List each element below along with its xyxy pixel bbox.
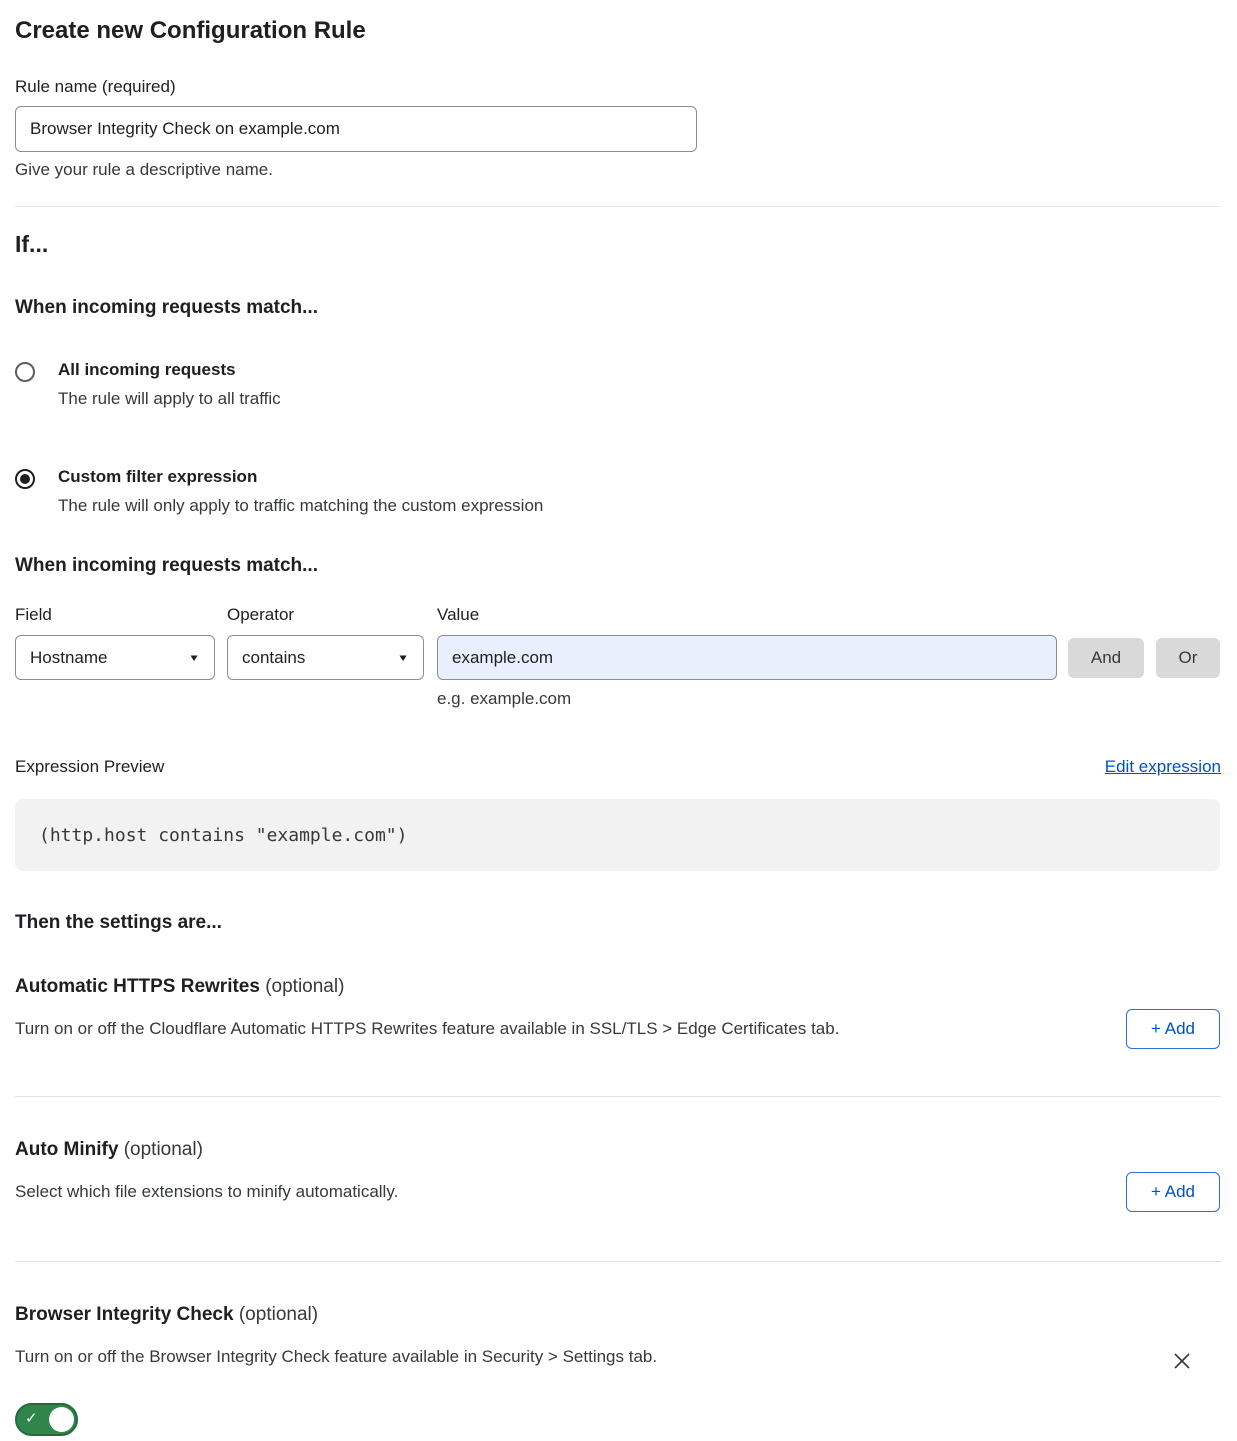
edit-expression-link[interactable]: Edit expression bbox=[1105, 757, 1221, 777]
add-automatic-https-rewrites-button[interactable]: + Add bbox=[1126, 1009, 1220, 1049]
setting-description: Turn on or off the Browser Integrity Che… bbox=[15, 1347, 1221, 1367]
builder-labels: Field Operator Value bbox=[15, 605, 1221, 625]
setting-auto-minify: Auto Minify (optional) Select which file… bbox=[15, 1139, 1221, 1202]
rule-name-label: Rule name (required) bbox=[15, 77, 1221, 97]
radio-custom-filter[interactable] bbox=[15, 469, 35, 489]
browser-integrity-check-toggle[interactable]: ✓ bbox=[15, 1403, 78, 1436]
rule-name-input[interactable] bbox=[15, 106, 697, 152]
chevron-down-icon: ▼ bbox=[188, 652, 200, 663]
settings-divider bbox=[15, 1261, 1221, 1262]
radio-custom-filter-label: Custom filter expression bbox=[58, 467, 543, 487]
setting-optional-tag: (optional) bbox=[234, 1304, 319, 1325]
page-title: Create new Configuration Rule bbox=[15, 17, 1221, 45]
setting-description: Turn on or off the Cloudflare Automatic … bbox=[15, 1019, 1221, 1039]
operator-select-value: contains bbox=[242, 648, 305, 668]
setting-optional-tag: (optional) bbox=[260, 976, 345, 997]
builder-row: Hostname ▼ contains ▼ And Or bbox=[15, 635, 1221, 680]
expression-preview-label: Expression Preview bbox=[15, 757, 164, 777]
check-icon: ✓ bbox=[25, 1409, 38, 1427]
match-heading: When incoming requests match... bbox=[15, 297, 1221, 319]
or-button[interactable]: Or bbox=[1156, 638, 1220, 678]
radio-all-incoming-label: All incoming requests bbox=[58, 360, 281, 380]
add-auto-minify-button[interactable]: + Add bbox=[1126, 1172, 1220, 1212]
radio-all-incoming[interactable] bbox=[15, 362, 35, 382]
radio-all-incoming-desc: The rule will apply to all traffic bbox=[58, 389, 281, 409]
setting-title: Browser Integrity Check bbox=[15, 1304, 234, 1325]
value-help: e.g. example.com bbox=[437, 689, 1221, 709]
setting-title: Auto Minify bbox=[15, 1139, 118, 1160]
setting-title-line: Browser Integrity Check (optional) bbox=[15, 1304, 1221, 1326]
expression-preview-code: (http.host contains "example.com") bbox=[15, 799, 1220, 871]
operator-label: Operator bbox=[227, 605, 437, 625]
setting-title: Automatic HTTPS Rewrites bbox=[15, 976, 260, 997]
operator-select[interactable]: contains ▼ bbox=[227, 635, 424, 680]
if-heading: If... bbox=[15, 231, 1221, 258]
setting-description: Select which file extensions to minify a… bbox=[15, 1182, 1221, 1202]
close-icon[interactable] bbox=[1172, 1351, 1192, 1371]
expression-code-text: (http.host contains "example.com") bbox=[39, 825, 407, 846]
radio-option-texts: All incoming requests The rule will appl… bbox=[58, 360, 281, 409]
and-button[interactable]: And bbox=[1068, 638, 1144, 678]
rule-name-help: Give your rule a descriptive name. bbox=[15, 160, 1221, 180]
field-select-value: Hostname bbox=[30, 648, 107, 668]
section-divider bbox=[15, 206, 1221, 207]
radio-option-all-incoming[interactable]: All incoming requests The rule will appl… bbox=[15, 360, 1221, 409]
setting-optional-tag: (optional) bbox=[118, 1139, 203, 1160]
radio-option-custom-filter[interactable]: Custom filter expression The rule will o… bbox=[15, 467, 1221, 516]
create-configuration-rule-page: Create new Configuration Rule Rule name … bbox=[0, 0, 1237, 1441]
field-select[interactable]: Hostname ▼ bbox=[15, 635, 215, 680]
setting-title-line: Auto Minify (optional) bbox=[15, 1139, 1221, 1161]
settings-divider bbox=[15, 1096, 1221, 1097]
field-label: Field bbox=[15, 605, 227, 625]
chevron-down-icon: ▼ bbox=[397, 652, 409, 663]
setting-automatic-https-rewrites: Automatic HTTPS Rewrites (optional) Turn… bbox=[15, 976, 1221, 1039]
radio-option-texts: Custom filter expression The rule will o… bbox=[58, 467, 543, 516]
radio-custom-filter-desc: The rule will only apply to traffic matc… bbox=[58, 496, 543, 516]
setting-browser-integrity-check: Browser Integrity Check (optional) Turn … bbox=[15, 1304, 1221, 1441]
expression-preview-header: Expression Preview Edit expression bbox=[15, 757, 1221, 777]
value-input[interactable] bbox=[437, 635, 1057, 680]
toggle-knob bbox=[49, 1407, 74, 1432]
settings-heading: Then the settings are... bbox=[15, 912, 1221, 934]
value-label: Value bbox=[437, 605, 479, 625]
expression-builder-heading: When incoming requests match... bbox=[15, 555, 1221, 577]
setting-title-line: Automatic HTTPS Rewrites (optional) bbox=[15, 976, 1221, 998]
